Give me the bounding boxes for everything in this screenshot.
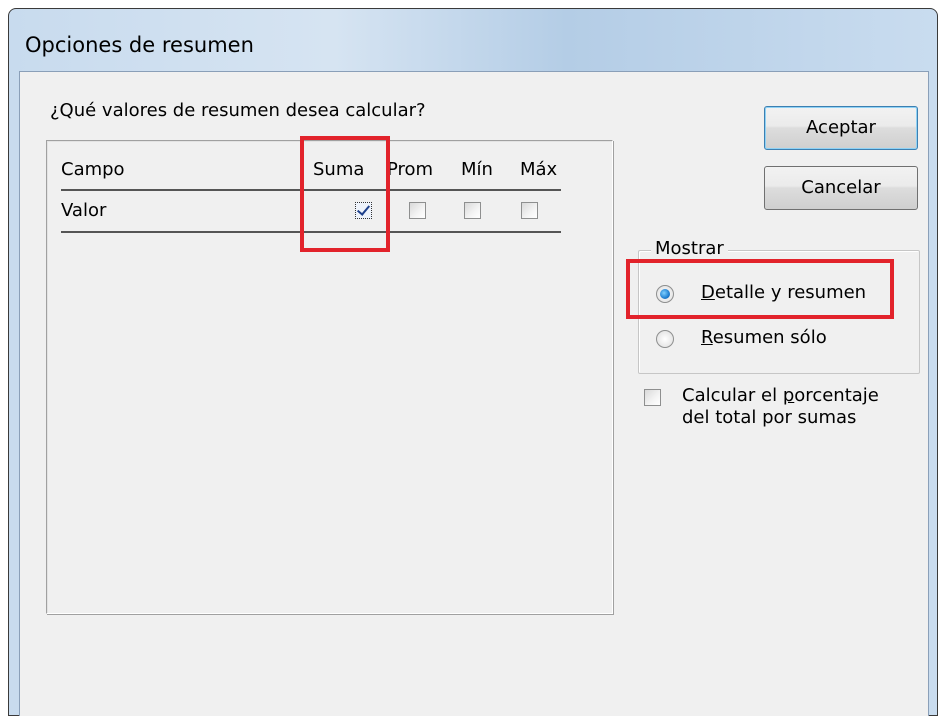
- question-label: ¿Qué valores de resumen desea calcular?: [50, 100, 426, 121]
- column-header-prom: Prom: [387, 159, 434, 180]
- column-header-min: Mín: [461, 159, 493, 180]
- dialog-title: Opciones de resumen: [25, 33, 254, 57]
- max-checkbox[interactable]: [521, 202, 538, 219]
- accept-button[interactable]: Aceptar: [764, 106, 918, 150]
- summary-only-radio[interactable]: [656, 330, 674, 348]
- min-checkbox[interactable]: [464, 202, 481, 219]
- summary-only-label[interactable]: Resumen sólo: [701, 327, 827, 348]
- field-name-valor: Valor: [61, 200, 107, 221]
- show-group-title: Mostrar: [651, 238, 728, 259]
- percentage-checkbox[interactable]: [644, 389, 661, 406]
- column-header-max: Máx: [520, 159, 558, 180]
- prom-checkbox[interactable]: [409, 202, 426, 219]
- dialog-client-area: ¿Qué valores de resumen desea calcular? …: [19, 71, 929, 716]
- cancel-button[interactable]: Cancelar: [764, 166, 918, 210]
- suma-highlight-box: [300, 136, 390, 252]
- detail-summary-highlight-box: [626, 259, 894, 319]
- percentage-label[interactable]: Calcular el porcentaje del total por sum…: [682, 385, 879, 429]
- column-header-campo: Campo: [61, 159, 125, 180]
- dialog-window: Opciones de resumen ¿Qué valores de resu…: [8, 8, 938, 716]
- title-bar[interactable]: Opciones de resumen: [9, 9, 937, 71]
